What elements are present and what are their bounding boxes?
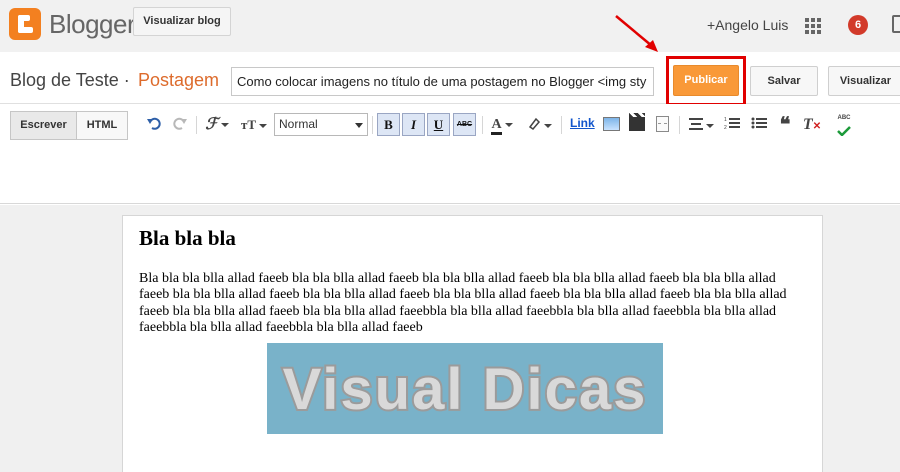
svg-text:2: 2 <box>724 125 727 130</box>
breadcrumb-blog-name: Blog de Teste · <box>10 70 130 90</box>
italic-button[interactable]: I <box>402 113 425 136</box>
chevron-down-icon <box>355 123 363 128</box>
tab-compose[interactable]: Escrever <box>10 111 77 140</box>
font-size-icon[interactable]: ᴛT <box>239 115 269 135</box>
post-title-input[interactable] <box>231 67 654 96</box>
editor-toolbar: Escrever HTML ℱ ᴛT Normal B I U ABC A Li… <box>0 104 900 204</box>
spellcheck-label: ABC <box>837 115 851 121</box>
post-editor-canvas[interactable]: Bla bla bla Bla bla bla blla allad faeeb… <box>122 215 823 472</box>
underline-button[interactable]: U <box>427 113 450 136</box>
post-body-text[interactable]: Bla bla bla blla allad faeeb bla bla bll… <box>139 271 794 337</box>
text-color-icon[interactable]: A <box>488 115 516 135</box>
brand-name[interactable]: Blogger <box>49 9 136 40</box>
insert-video-icon[interactable] <box>629 113 645 131</box>
redo-icon[interactable] <box>171 115 189 135</box>
blockquote-icon[interactable]: ❝ <box>775 115 795 135</box>
post-header: Blog de Teste · Postagem Publicar Salvar… <box>0 52 900 104</box>
remove-formatting-icon[interactable]: T✕ <box>801 115 823 135</box>
view-blog-button[interactable]: Visualizar blog <box>133 7 231 36</box>
align-icon[interactable] <box>686 115 716 135</box>
strikethrough-button[interactable]: ABC <box>453 113 476 136</box>
share-icon[interactable] <box>892 15 900 33</box>
svg-text:Visual Dicas: Visual Dicas <box>283 357 648 422</box>
top-bar: Blogger Visualizar blog +Angelo Luis 6 <box>0 0 900 52</box>
annotation-highlight-box <box>666 56 746 106</box>
editor-area: Bla bla bla Bla bla bla blla allad faeeb… <box>0 205 900 472</box>
numbered-list-icon[interactable]: 12 <box>722 115 742 135</box>
undo-icon[interactable] <box>145 115 163 135</box>
breadcrumb-section: Postagem <box>138 70 220 90</box>
font-family-icon[interactable]: ℱ <box>203 115 231 135</box>
bold-button[interactable]: B <box>377 113 400 136</box>
apps-grid-icon[interactable] <box>805 18 821 34</box>
post-heading[interactable]: Bla bla bla <box>139 226 236 251</box>
blogger-logo-icon[interactable] <box>9 8 41 40</box>
insert-link-button[interactable]: Link <box>570 116 595 130</box>
notifications-badge[interactable]: 6 <box>848 15 868 35</box>
bullet-list-icon[interactable] <box>749 115 769 135</box>
insert-image-icon[interactable] <box>603 117 620 131</box>
user-profile-link[interactable]: +Angelo Luis <box>707 17 788 33</box>
highlight-color-icon[interactable] <box>524 115 554 135</box>
spellcheck-icon[interactable]: ABC <box>833 115 855 137</box>
save-button[interactable]: Salvar <box>750 66 818 96</box>
insert-jump-break-icon[interactable] <box>656 116 669 132</box>
annotation-arrow-icon <box>615 15 658 52</box>
post-image-logo: Visual Dicas <box>281 355 648 424</box>
svg-text:1: 1 <box>724 117 727 123</box>
tab-html[interactable]: HTML <box>77 111 128 140</box>
preview-button[interactable]: Visualizar <box>828 66 900 96</box>
paragraph-format-select[interactable]: Normal <box>274 113 368 136</box>
post-image[interactable]: Visual Dicas <box>267 343 663 434</box>
paragraph-format-value: Normal <box>279 117 318 131</box>
